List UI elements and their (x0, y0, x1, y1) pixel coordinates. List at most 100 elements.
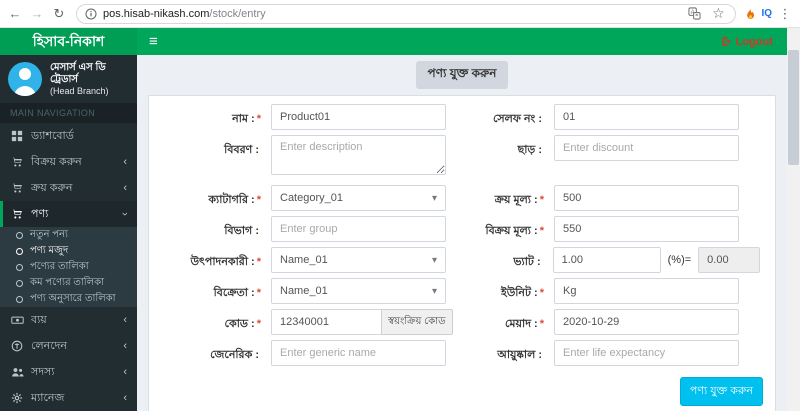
forward-icon[interactable]: → (28, 5, 46, 23)
product-entry-form: নাম :* সেলফ নং : বিবরণ : ছাড় : (148, 95, 776, 411)
page-title: পণ্য যুক্ত করুন (415, 61, 509, 89)
purchase-price-input[interactable] (554, 185, 739, 211)
sidebar-subitem-product-stock[interactable]: পণ্য মজুদ (0, 243, 137, 259)
sidebar-item-members[interactable]: সদস্য ‹ (0, 359, 137, 385)
reload-icon[interactable]: ↻ (50, 5, 68, 23)
circle-icon (16, 247, 23, 255)
chevron-left-icon: ‹ (123, 314, 127, 326)
circle-icon (16, 263, 23, 271)
chevron-left-icon: ‹ (123, 392, 127, 404)
sidebar-item-transactions[interactable]: লেনদেন ‹ (0, 333, 137, 359)
main-content: পণ্য যুক্ত করুন নাম :* সেলফ নং : বিবরণ : (137, 55, 787, 411)
caret-down-icon: ▾ (431, 285, 437, 297)
sidebar-subitem-new-product[interactable]: নতুন পন্য (0, 227, 137, 243)
browser-menu-dots-icon[interactable]: ⋮ (776, 5, 794, 23)
currency-coin-icon (10, 340, 24, 352)
user-name: মেসার্স এস ডি ট্রেডার্স (50, 61, 106, 85)
user-branch: (Head Branch) (50, 85, 109, 96)
caret-down-icon: ▾ (431, 192, 437, 204)
users-icon (10, 366, 24, 378)
description-textarea[interactable] (271, 135, 446, 175)
cart-icon (10, 182, 24, 194)
discount-label: ছাড় : (517, 144, 542, 156)
add-product-submit-button[interactable]: পণ্য যুক্ত করুন (679, 377, 763, 406)
generic-name-input[interactable] (271, 340, 446, 366)
brand-logo[interactable]: হিসাব-নিকাশ (0, 28, 137, 55)
circle-icon (16, 295, 23, 303)
shelf-no-input[interactable] (554, 104, 739, 130)
sidebar: মেসার্স এস ডি ট্রেডার্স (Head Branch) MA… (0, 55, 137, 411)
bookmark-star-icon[interactable]: ☆ (709, 5, 727, 23)
life-expectancy-input[interactable] (554, 340, 739, 366)
group-input[interactable] (271, 216, 446, 242)
nav-section-label: MAIN NAVIGATION (0, 103, 137, 123)
circle-icon (16, 231, 23, 239)
discount-input[interactable] (554, 135, 739, 161)
page-info-icon[interactable] (85, 8, 97, 20)
purchase-price-label: ক্রয় মূল্য : * (494, 194, 544, 206)
code-input[interactable] (271, 309, 381, 335)
back-icon[interactable]: ← (6, 5, 24, 23)
translate-icon[interactable]: A (688, 7, 702, 20)
sidebar-subitem-list-by-product[interactable]: পণ্য অনুসারে তালিকা (0, 291, 137, 307)
shelf-no-label: সেলফ নং : (492, 113, 542, 125)
sidebar-toggle-icon[interactable]: ≡ (137, 33, 170, 50)
vendor-select[interactable]: Name_01 ▾ (271, 278, 446, 304)
unit-input[interactable] (554, 278, 739, 304)
chevron-left-icon: ‹ (123, 182, 127, 194)
sale-price-input[interactable] (554, 216, 739, 242)
name-input[interactable] (271, 104, 446, 130)
sidebar-item-expense[interactable]: ব্যয় ‹ (0, 307, 137, 333)
manufacturer-label: উৎপাদনকারী : * (190, 256, 261, 268)
page-scrollbar[interactable] (787, 28, 800, 411)
auto-code-button[interactable]: স্বয়ংক্রিয় কোড (381, 309, 453, 335)
money-icon (10, 314, 24, 326)
chevron-left-icon: ‹ (123, 156, 127, 168)
description-label: বিবরণ : (224, 144, 259, 156)
gear-icon (10, 392, 24, 404)
url-text[interactable]: pos.hisab-nikash.com/stock/entry (103, 8, 266, 20)
avatar (8, 62, 42, 96)
vendor-label: বিক্রেতা : * (213, 287, 261, 299)
chevron-left-icon: ‹ (123, 366, 127, 378)
required-asterisk: * (256, 113, 261, 125)
cart-icon (10, 208, 24, 220)
iq-extension-icon[interactable]: IQ (761, 8, 772, 19)
flame-extension-icon[interactable] (744, 7, 757, 21)
vat-percent-output (698, 247, 761, 273)
sidebar-subitem-low-product-list[interactable]: কম পণ্যের তালিকা (0, 275, 137, 291)
caret-down-icon: ▾ (431, 254, 437, 266)
sidebar-subitem-product-list[interactable]: পণ্যের তালিকা (0, 259, 137, 275)
logout-icon (721, 36, 732, 47)
manufacturer-select[interactable]: Name_01 ▾ (271, 247, 446, 273)
app-header: হিসাব-নিকাশ ≡ Logout (0, 28, 787, 55)
sidebar-item-manage[interactable]: ম্যানেজ ‹ (0, 385, 137, 411)
expiry-date-input[interactable] (554, 309, 739, 335)
unit-label: ইউনিট : * (501, 287, 544, 299)
name-label: নাম : * (232, 113, 261, 125)
chevron-down-icon: ‹ (119, 212, 132, 216)
dashboard-icon (10, 130, 24, 142)
logout-button[interactable]: Logout (721, 36, 787, 48)
circle-icon (16, 279, 23, 287)
user-panel: মেসার্স এস ডি ট্রেডার্স (Head Branch) (0, 55, 137, 103)
cart-icon (10, 156, 24, 168)
expiry-label: মেয়াদ : * (504, 318, 544, 330)
sale-price-label: বিক্রয় মূল্য : * (485, 225, 545, 237)
lifespan-label: আয়ুষ্কাল : (497, 349, 542, 361)
address-bar[interactable]: pos.hisab-nikash.com/stock/entry A ☆ (76, 3, 737, 24)
code-label: কোড : * (224, 318, 261, 330)
sidebar-item-products[interactable]: পণ্য ‹ (0, 201, 137, 227)
sidebar-item-buy[interactable]: ক্রয় করুন ‹ (0, 175, 137, 201)
category-label: ক্যাটাগরি : * (208, 194, 261, 206)
products-submenu: নতুন পন্য পণ্য মজুদ পণ্যের তালিকা কম পণ্… (0, 227, 137, 307)
scrollbar-thumb[interactable] (788, 50, 799, 165)
vat-percent-label: (%)= (667, 254, 692, 266)
vat-input[interactable] (552, 247, 661, 273)
sidebar-item-sell[interactable]: বিক্রয় করুন ‹ (0, 149, 137, 175)
chevron-left-icon: ‹ (123, 340, 127, 352)
sidebar-item-dashboard[interactable]: ড্যাশবোর্ড (0, 123, 137, 149)
group-label: বিভাগ : (224, 225, 259, 237)
generic-label: জেনেরিক : (210, 349, 259, 361)
category-select[interactable]: Category_01 ▾ (271, 185, 446, 211)
